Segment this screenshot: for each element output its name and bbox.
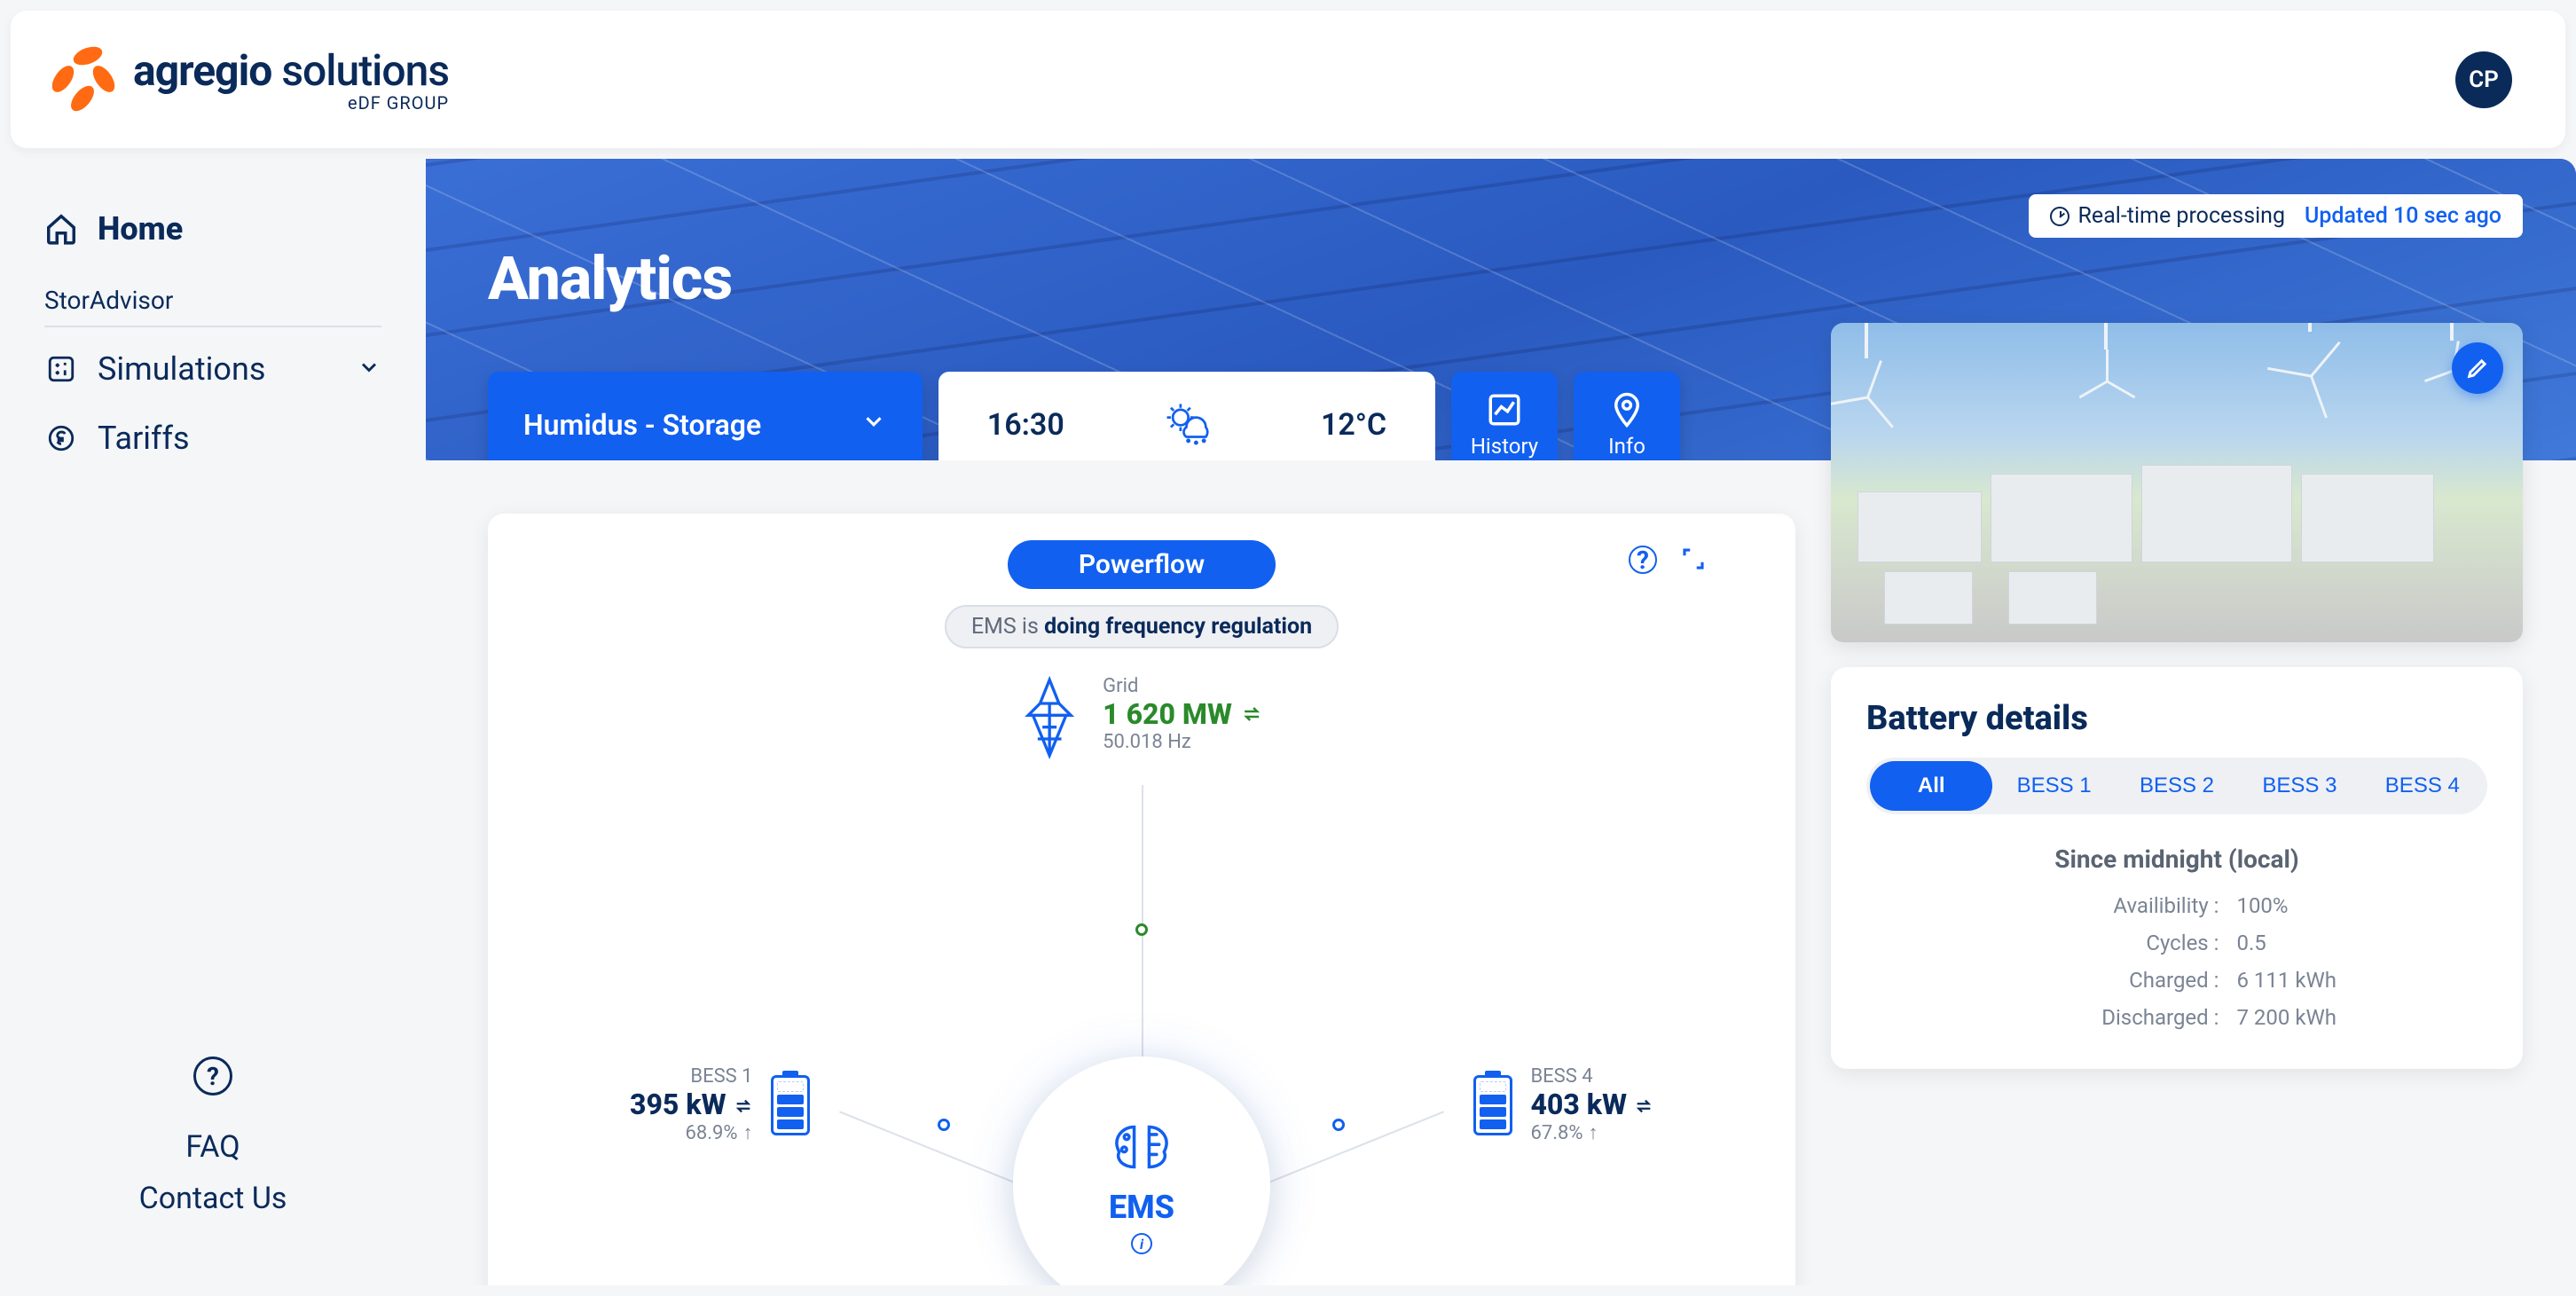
chevron-down-icon (860, 408, 887, 442)
updated-ago: Updated 10 sec ago (2305, 203, 2501, 229)
battery-kv: Availibility : 100% Cycles : 0.5 Charged… (2017, 893, 2336, 1030)
tab-bess2[interactable]: BESS 2 (2116, 761, 2238, 811)
pin-icon (1608, 391, 1645, 428)
help-icon[interactable]: ? (193, 1056, 232, 1096)
bess4-name: BESS 4 (1530, 1065, 1653, 1088)
ems-status-chip: EMS is doing frequency regulation (945, 605, 1339, 648)
topbar: agregio solutions eDF GROUP CP (11, 11, 2565, 148)
current-time: 16:30 (987, 407, 1064, 443)
tab-all[interactable]: All (1870, 761, 1992, 811)
nav-simulations[interactable]: Simulations (44, 334, 381, 404)
sidebar: Home StorAdvisor Simulations Tariffs ? F… (0, 159, 426, 1285)
site-selector-label: Humidus - Storage (523, 407, 761, 443)
cycles-key: Cycles : (2017, 931, 2219, 955)
since-label: Since midnight (local) (1866, 844, 2487, 874)
availability-key: Availibility : (2017, 893, 2219, 918)
history-label: History (1471, 434, 1538, 459)
nav-simulations-label: Simulations (98, 350, 265, 388)
tab-bess1[interactable]: BESS 1 (1992, 761, 2115, 811)
ems-label: EMS (1109, 1189, 1174, 1226)
history-button[interactable]: History (1451, 372, 1558, 460)
info-button[interactable]: Info (1574, 372, 1680, 460)
battery-details-card: Battery details All BESS 1 BESS 2 BESS 3… (1831, 667, 2523, 1069)
nav-tariffs-label: Tariffs (98, 420, 190, 457)
ems-status-prefix: EMS is (971, 614, 1044, 640)
bess4-power: 403 kW (1530, 1088, 1627, 1121)
faq-link[interactable]: FAQ (44, 1129, 381, 1165)
battery-heading: Battery details (1866, 699, 2487, 738)
expand-icon[interactable] (1680, 546, 1707, 578)
bidirectional-icon (1241, 703, 1262, 725)
availability-value: 100% (2236, 893, 2336, 918)
grid-frequency: 50.018 Hz (1103, 731, 1262, 753)
brand-logo: agregio solutions eDF GROUP (46, 44, 449, 115)
weather-icon (1161, 397, 1223, 453)
discharged-value: 7 200 kWh (2236, 1005, 2336, 1030)
site-photo (1831, 323, 2523, 642)
discharged-key: Discharged : (2017, 1005, 2219, 1030)
nav-home[interactable]: Home (44, 194, 381, 263)
arrow-up-icon (1588, 1121, 1598, 1144)
user-avatar[interactable]: CP (2455, 51, 2512, 108)
bidirectional-icon (734, 1089, 753, 1123)
tab-bess3[interactable]: BESS 3 (2238, 761, 2360, 811)
nav-home-label: Home (98, 210, 183, 247)
chart-icon (1486, 391, 1523, 428)
tariffs-icon (44, 421, 78, 455)
help-icon[interactable]: ? (1629, 546, 1657, 574)
arrow-up-icon (743, 1121, 753, 1144)
ems-node: EMS i (1013, 1056, 1270, 1285)
sidebar-footer: ? FAQ Contact Us (44, 1056, 381, 1250)
simulations-icon (44, 352, 78, 386)
site-selector[interactable]: Humidus - Storage (488, 372, 923, 460)
edit-photo-button[interactable] (2452, 342, 2503, 394)
nav-tariffs[interactable]: Tariffs (44, 404, 381, 473)
cycles-value: 0.5 (2236, 931, 2336, 955)
toolbar: Humidus - Storage 16:30 (488, 372, 1680, 460)
charged-key: Charged : (2017, 968, 2219, 993)
chevron-down-icon (357, 350, 381, 388)
bess4-soc: 67.8% (1530, 1122, 1583, 1144)
brand-suffix: solutions (271, 45, 449, 96)
bess1-soc: 68.9% (686, 1122, 738, 1144)
bess1-node: BESS 1 395 kW 68.9% (630, 1065, 810, 1144)
bess4-node: BESS 4 403 kW 67.8% (1473, 1065, 1653, 1144)
powerflow-card: Powerflow ? EMS is doing frequency regul… (488, 514, 1795, 1285)
ems-info-icon[interactable]: i (1131, 1233, 1152, 1254)
bess1-name: BESS 1 (630, 1065, 753, 1088)
time-weather-panel: 16:30 12°C (939, 372, 1435, 460)
pylon-icon (1021, 675, 1078, 764)
clock-icon (2050, 207, 2069, 226)
grid-label: Grid (1103, 675, 1262, 697)
ems-status-action: doing frequency regulation (1044, 614, 1312, 640)
realtime-status: Real-time processing Updated 10 sec ago (2029, 194, 2523, 238)
brain-icon (1102, 1116, 1182, 1182)
battery-icon (771, 1075, 810, 1135)
battery-icon (1473, 1075, 1512, 1135)
current-temp: 12°C (1321, 407, 1386, 443)
brand-name: agregio (133, 45, 271, 96)
flow-diagram: Grid 1 620 MW 50.018 Hz (523, 675, 1760, 1285)
bess1-power: 395 kW (630, 1088, 726, 1121)
charged-value: 6 111 kWh (2236, 968, 2336, 993)
nav-section-storadvisor: StorAdvisor (44, 263, 381, 327)
page-title: Analytics (488, 243, 732, 314)
brand-subtitle: eDF GROUP (348, 92, 449, 114)
contact-link[interactable]: Contact Us (44, 1181, 381, 1216)
battery-tabs: All BESS 1 BESS 2 BESS 3 BESS 4 (1866, 758, 2487, 814)
bidirectional-icon (1634, 1089, 1653, 1123)
powerflow-title: Powerflow (1008, 540, 1276, 589)
grid-power: 1 620 MW (1103, 697, 1232, 731)
tab-bess4[interactable]: BESS 4 (2361, 761, 2484, 811)
home-icon (44, 212, 78, 246)
info-label: Info (1608, 434, 1645, 459)
main: Analytics Real-time processing Updated 1… (426, 159, 2576, 1285)
brand-mark-icon (46, 44, 117, 115)
pencil-icon (2465, 356, 2490, 381)
grid-node: Grid 1 620 MW 50.018 Hz (1021, 675, 1262, 764)
realtime-label: Real-time processing (2078, 203, 2285, 229)
